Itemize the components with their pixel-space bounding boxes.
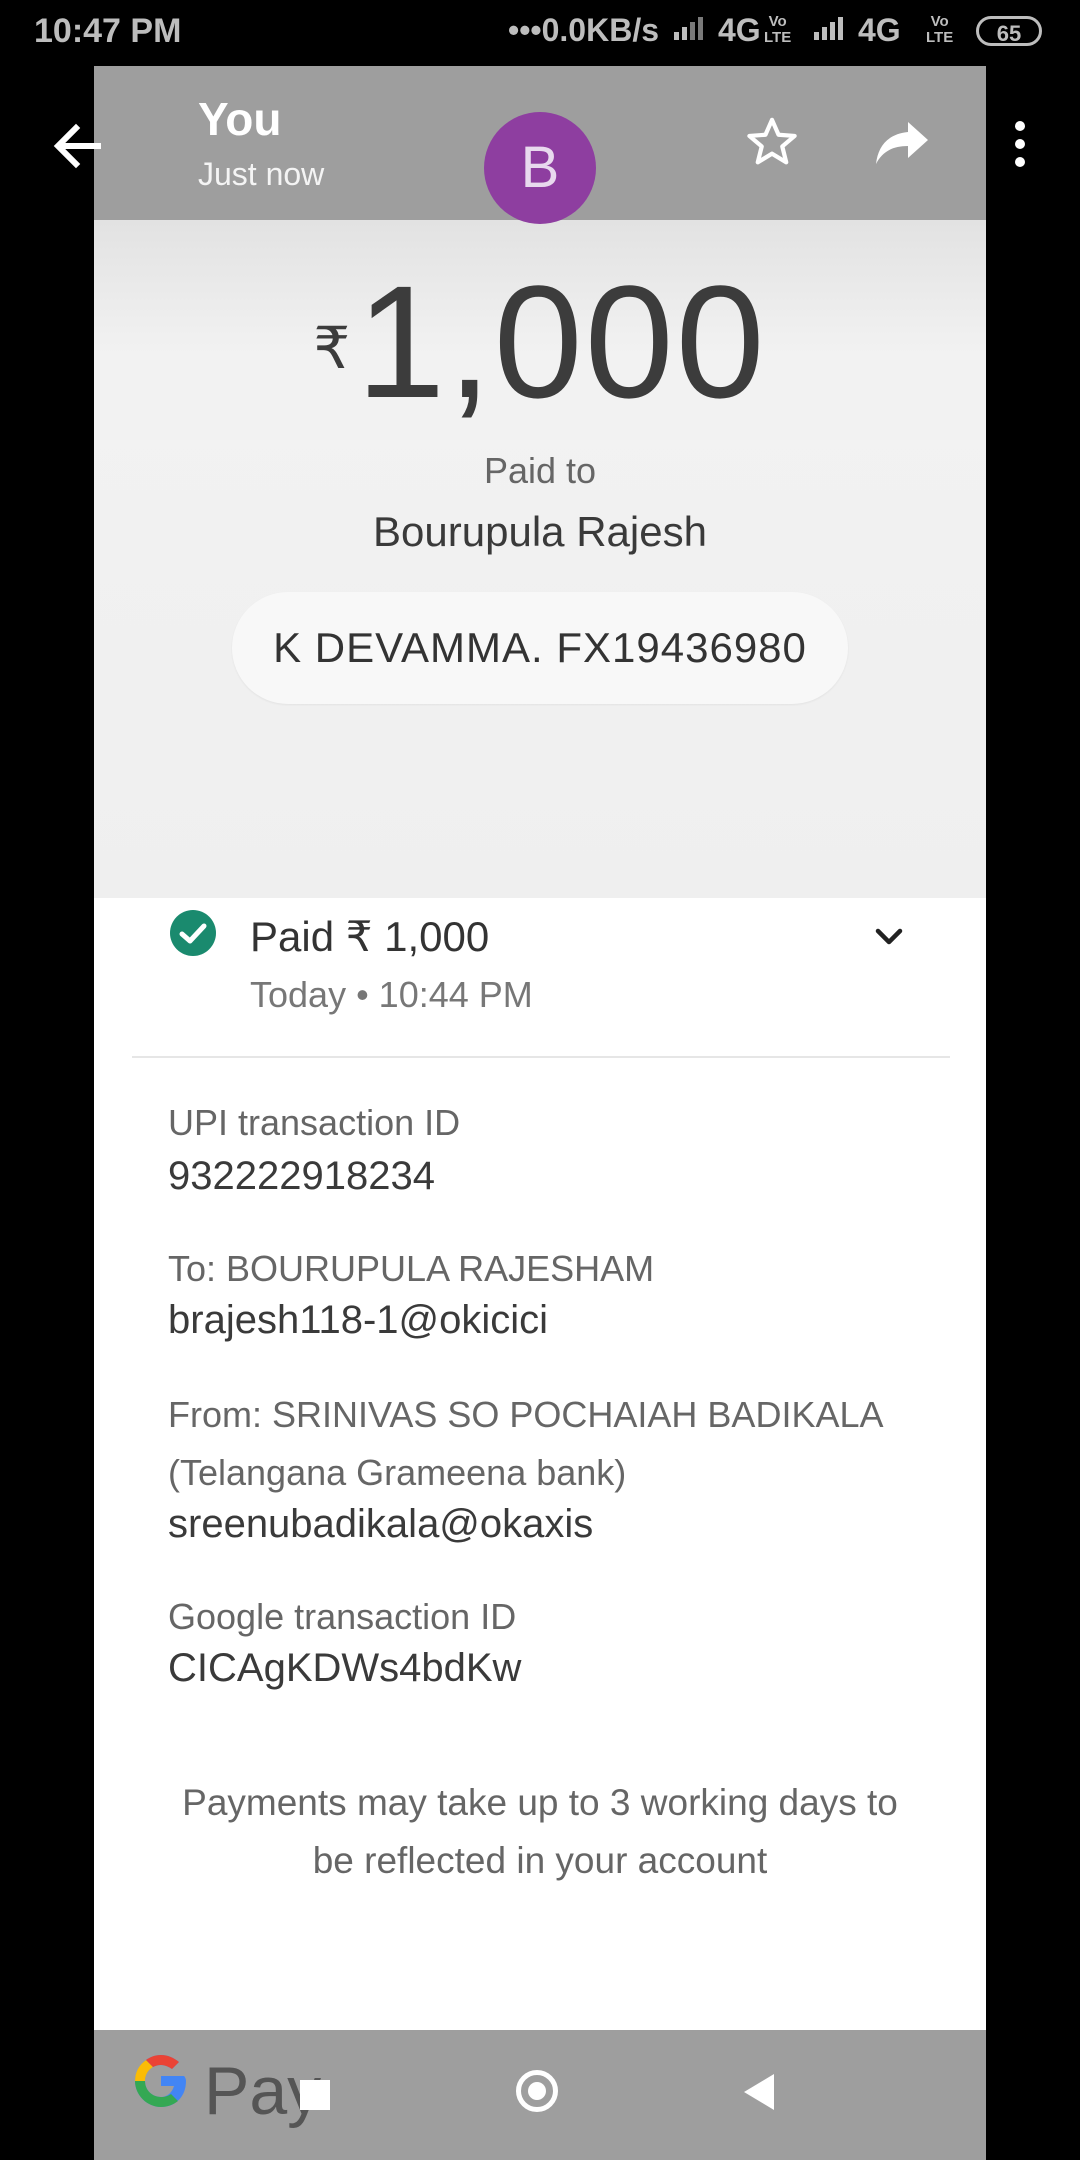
recent-apps-button[interactable] bbox=[300, 2080, 330, 2110]
status-time: 10:47 PM bbox=[34, 12, 182, 50]
network-speed: •••0.0KB/s bbox=[508, 12, 659, 48]
star-icon[interactable] bbox=[744, 114, 800, 170]
network-type-2: 4G bbox=[858, 12, 901, 48]
network-type-1: 4G bbox=[718, 12, 761, 48]
to-upi-value: brajesh118-1@okicici bbox=[168, 1298, 549, 1342]
payment-status: Paid ₹ 1,000 bbox=[250, 913, 490, 960]
divider bbox=[132, 1056, 950, 1058]
from-label: From: SRINIVAS SO POCHAIAH BADIKALA bbox=[168, 1394, 884, 1435]
signal-icon bbox=[812, 12, 852, 50]
battery-indicator: 65 bbox=[976, 16, 1042, 46]
amount-display: ₹1,000 bbox=[0, 262, 1080, 422]
to-label: To: BOURUPULA RAJESHAM bbox=[168, 1248, 655, 1289]
google-id-label: Google transaction ID bbox=[168, 1596, 517, 1637]
back-arrow-icon[interactable] bbox=[48, 116, 108, 176]
header-title: You bbox=[198, 93, 282, 145]
google-pay-logo bbox=[128, 2048, 194, 2130]
google-id-value: CICAgKDWs4bdKw bbox=[168, 1646, 522, 1690]
header-subtitle: Just now bbox=[198, 156, 325, 192]
from-bank-label: (Telangana Grameena bank) bbox=[168, 1452, 627, 1493]
signal-icon bbox=[672, 12, 712, 50]
home-button-center bbox=[528, 2082, 546, 2100]
payee-name: Bourupula Rajesh bbox=[373, 508, 707, 555]
upi-id-label: UPI transaction ID bbox=[168, 1102, 461, 1143]
volte-badge-1: Vo LTE bbox=[764, 13, 792, 46]
share-icon[interactable] bbox=[872, 114, 932, 170]
more-vert-icon[interactable] bbox=[996, 116, 1044, 176]
chevron-down-icon[interactable] bbox=[872, 920, 906, 954]
payment-time: Today • 10:44 PM bbox=[250, 974, 533, 1015]
upi-id-value: 932222918234 bbox=[168, 1154, 435, 1198]
avatar[interactable]: B bbox=[484, 112, 596, 224]
amount-value: 1,000 bbox=[356, 252, 767, 431]
footer-note: Payments may take up to 3 working days t… bbox=[182, 1782, 898, 1881]
from-upi-value: sreenubadikala@okaxis bbox=[168, 1502, 594, 1546]
payment-note: K DEVAMMA. FX19436980 bbox=[232, 592, 848, 704]
volte-badge-2: Vo LTE bbox=[926, 13, 954, 46]
check-circle-icon bbox=[170, 910, 216, 956]
paid-to-label: Paid to bbox=[483, 450, 597, 491]
currency-symbol: ₹ bbox=[313, 316, 351, 381]
nav-back-icon[interactable] bbox=[742, 2072, 776, 2112]
